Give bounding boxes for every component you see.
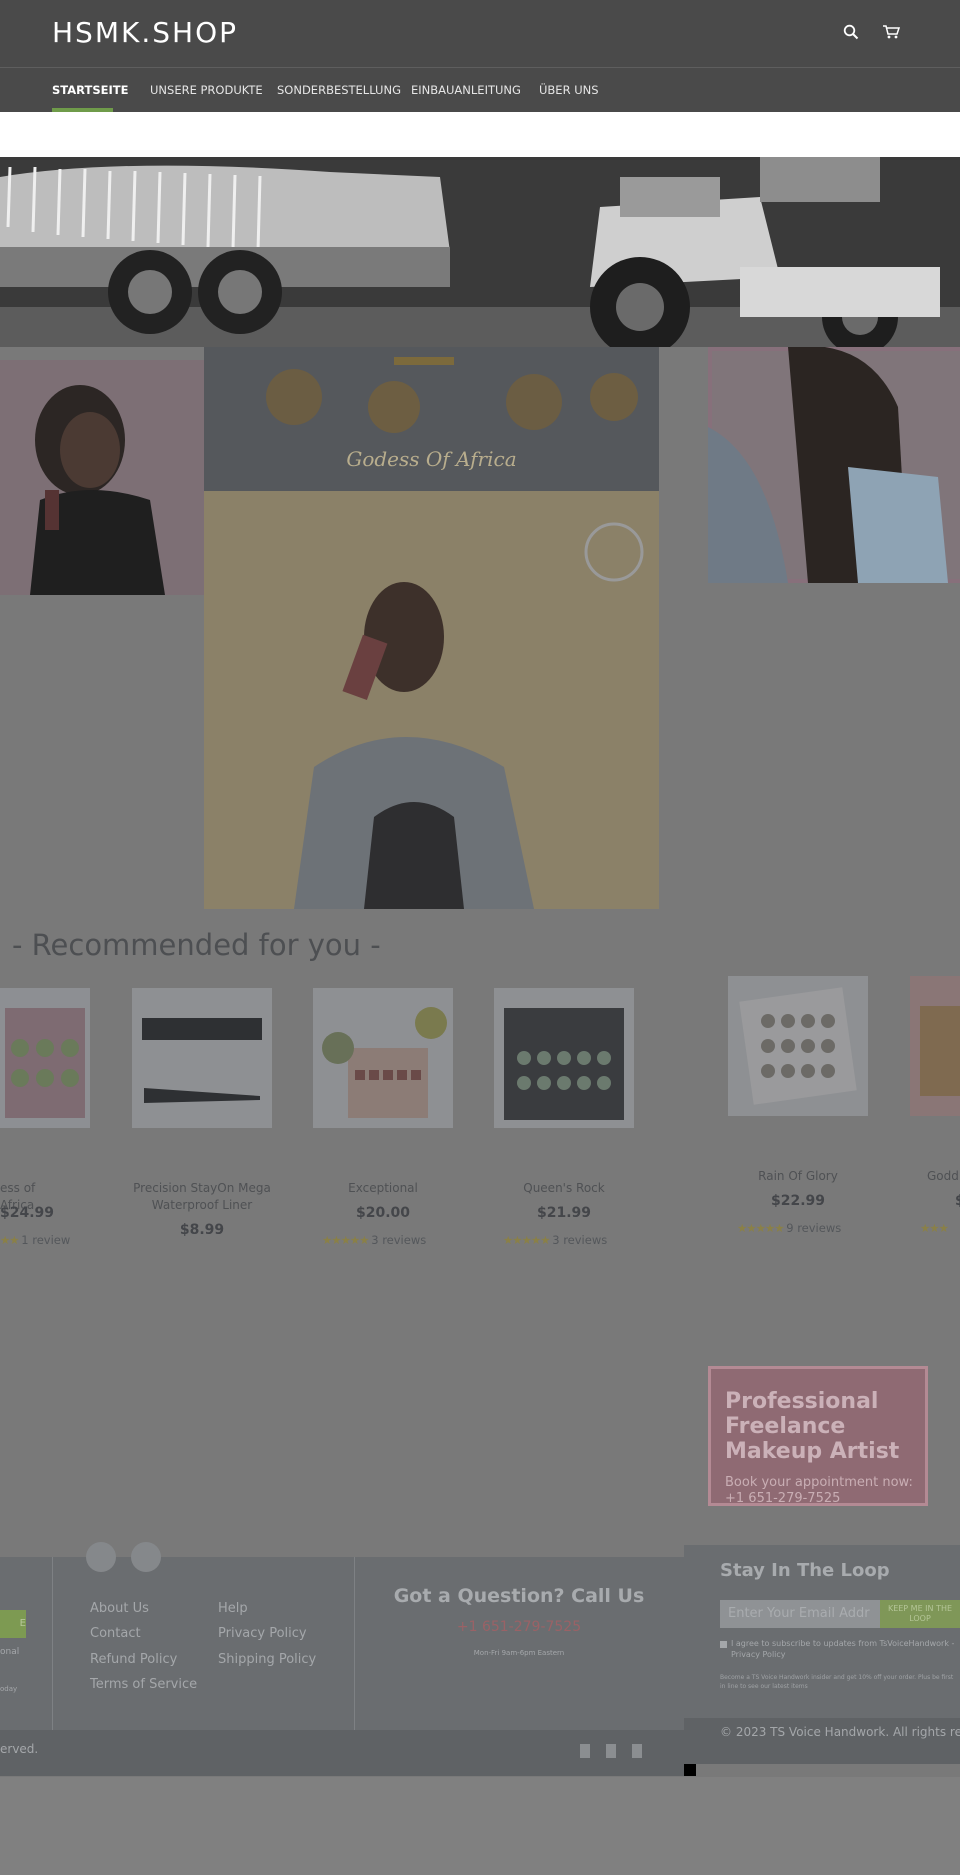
copyright-bar-right: © 2023 TS Voice Handwork. All rights res <box>684 1718 960 1764</box>
footer-link-privacy[interactable]: Privacy Policy <box>218 1626 307 1641</box>
recommended-title: - Recommended for you - <box>12 928 381 962</box>
ad-title: Professional Freelance Makeup Artist <box>725 1389 900 1464</box>
question-phone[interactable]: +1 651-279-7525 <box>354 1619 684 1635</box>
nav-item-special-order[interactable]: SONDERBESTELLUNG <box>277 83 401 97</box>
rating-stars-icon: ★★★★★ <box>503 1233 553 1247</box>
product-image[interactable] <box>910 976 960 1116</box>
consent-checkbox[interactable] <box>720 1641 727 1648</box>
search-icon[interactable] <box>843 24 861 42</box>
chat-widget-icon[interactable] <box>684 1764 696 1776</box>
product-image[interactable] <box>728 976 868 1116</box>
instagram-icon[interactable] <box>131 1542 161 1572</box>
footer-link-about[interactable]: About Us <box>90 1601 149 1616</box>
nav-item-installation[interactable]: EINBAUANLEITUNG <box>411 83 521 97</box>
question-title: Got a Question? Call Us <box>393 1585 645 1607</box>
footer-link-shipping[interactable]: Shipping Policy <box>218 1652 316 1667</box>
newsletter-title: Stay In The Loop <box>720 1560 890 1581</box>
product-price: $24.99 <box>0 1205 55 1221</box>
product-name[interactable]: Rain Of Glory <box>723 1168 873 1185</box>
ad-subtitle: Book your appointment now: +1 651-279-75… <box>725 1475 913 1506</box>
question-note: Mon-Fri 9am-6pm Eastern <box>473 1649 565 1657</box>
rating-stars-icon: ★★★★★ <box>322 1233 372 1247</box>
nav-divider <box>0 67 960 68</box>
consent-text: I agree to subscribe to updates from TsV… <box>731 1639 955 1659</box>
footer-link-refund[interactable]: Refund Policy <box>90 1652 177 1667</box>
payment-icon <box>632 1744 642 1758</box>
product-image[interactable] <box>132 988 272 1128</box>
copyright-text: erved. <box>0 1742 39 1756</box>
footer-link-help[interactable]: Help <box>218 1601 248 1616</box>
promo-caption: Godess Of Africa <box>346 447 517 471</box>
product-image[interactable] <box>0 988 90 1128</box>
footer-divider <box>52 1557 53 1730</box>
copyright-bar: erved. <box>0 1730 684 1776</box>
site-header: HSMK.SHOP STARTSEITE UNSERE PRODUKTE SON… <box>0 0 960 112</box>
product-name[interactable]: Godd <box>927 1168 960 1185</box>
payment-icon <box>606 1744 616 1758</box>
nav-item-about[interactable]: ÜBER UNS <box>539 83 599 97</box>
promo-banner[interactable]: Godess Of Africa <box>204 347 659 909</box>
site-logo[interactable]: HSMK.SHOP <box>52 16 238 49</box>
hero-image <box>0 157 960 360</box>
product-price: $20.00 <box>355 1205 411 1221</box>
copyright-text-right: © 2023 TS Voice Handwork. All rights res <box>720 1725 960 1739</box>
footer-link-contact[interactable]: Contact <box>90 1626 141 1641</box>
lifestyle-photo-left <box>0 360 204 595</box>
nav-item-products[interactable]: UNSERE PRODUKTE <box>150 83 263 97</box>
newsletter-note: Become a TS Voice Handwork insider and g… <box>720 1674 954 1690</box>
product-price: $ <box>955 1193 960 1209</box>
facebook-icon[interactable] <box>86 1542 116 1572</box>
nav-item-home[interactable]: STARTSEITE <box>52 83 128 97</box>
product-rating: ★★★★★ 3 reviews <box>322 1233 427 1247</box>
product-image[interactable] <box>494 988 634 1128</box>
cart-icon[interactable] <box>882 24 901 42</box>
site-footer: E onal oday About Us Contact Refund Poli… <box>0 1557 684 1730</box>
newsletter-submit-button[interactable]: E <box>0 1610 26 1638</box>
product-rating: ★★★★★ 3 reviews <box>503 1233 608 1247</box>
product-price: $22.99 <box>770 1193 826 1209</box>
rating-stars-icon: ★★★★★ <box>737 1221 787 1235</box>
product-name[interactable]: Precision StayOn Mega Waterproof Liner <box>127 1180 277 1214</box>
product-image[interactable] <box>313 988 453 1128</box>
makeup-artist-ad[interactable]: Professional Freelance Makeup Artist Boo… <box>708 1366 928 1506</box>
newsletter-email-input[interactable]: Enter Your Email Addr <box>720 1600 884 1628</box>
footer-snippet: oday <box>0 1685 18 1693</box>
rating-stars-icon: ★★ <box>0 1233 22 1247</box>
footer-snippet: onal <box>0 1647 20 1657</box>
footer-link-terms[interactable]: Terms of Service <box>90 1677 197 1692</box>
product-name[interactable]: Queen's Rock <box>489 1180 639 1197</box>
newsletter-subscribe-button[interactable]: KEEP ME IN THE LOOP <box>880 1600 960 1628</box>
product-name[interactable]: Exceptional <box>308 1180 458 1197</box>
product-price: $21.99 <box>536 1205 592 1221</box>
product-price: $8.99 <box>179 1222 225 1238</box>
product-rating: ★★ 1 review <box>0 1233 71 1247</box>
product-rating: ★★★★★ 9 reviews <box>737 1221 842 1235</box>
announcement-band <box>0 112 960 157</box>
payment-icon <box>580 1744 590 1758</box>
rating-stars-icon: ★★★ <box>920 1221 949 1235</box>
lifestyle-photo-right <box>708 347 960 583</box>
footer-divider <box>354 1557 355 1730</box>
product-rating: ★★★ <box>920 1221 949 1235</box>
newsletter-panel: Stay In The Loop Enter Your Email Addr K… <box>684 1545 960 1718</box>
